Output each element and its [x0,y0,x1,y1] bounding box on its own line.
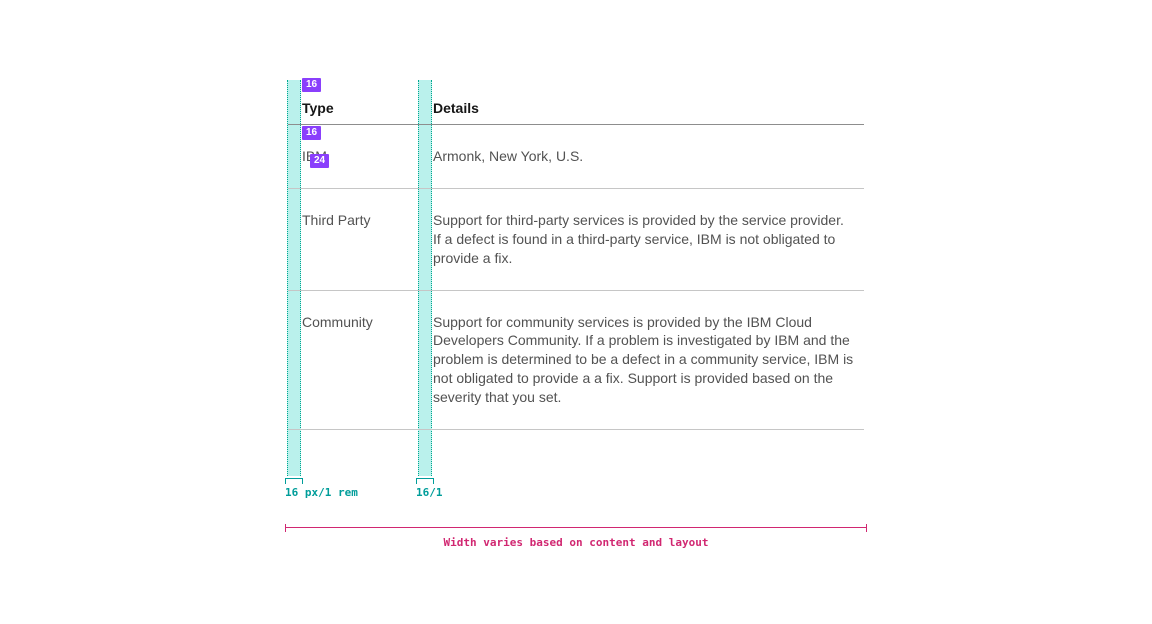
table-header-row: Type Details [288,100,864,125]
table-row: Third Party Support for third-party serv… [288,188,864,290]
padding-dimension-left: 16 px/1 rem [285,478,358,499]
padding-dimension-label: 16/1 [416,486,443,499]
cell-details: Armonk, New York, U.S. [419,125,864,189]
spacing-badge-24: 24 [310,154,329,168]
spacing-badge-16-mid: 16 [302,126,321,140]
cell-type: Community [288,290,419,429]
spec-diagram: 16 16 24 Type Details IBM Armonk, New Yo… [288,100,864,430]
column-header-type: Type [288,100,419,125]
cell-type: Third Party [288,188,419,290]
cell-details: Support for third-party services is prov… [419,188,864,290]
table-row: IBM Armonk, New York, U.S. [288,125,864,189]
column-header-details: Details [419,100,864,125]
padding-dimension-right: 16/1 [416,478,443,499]
spacing-badge-16-top: 16 [302,78,321,92]
width-indicator-bar [285,524,867,532]
width-caption: Width varies based on content and layout [285,536,867,549]
padding-dimension-label: 16 px/1 rem [285,486,358,499]
table-row: Community Support for community services… [288,290,864,429]
data-table: Type Details IBM Armonk, New York, U.S. … [288,100,864,430]
cell-details: Support for community services is provid… [419,290,864,429]
